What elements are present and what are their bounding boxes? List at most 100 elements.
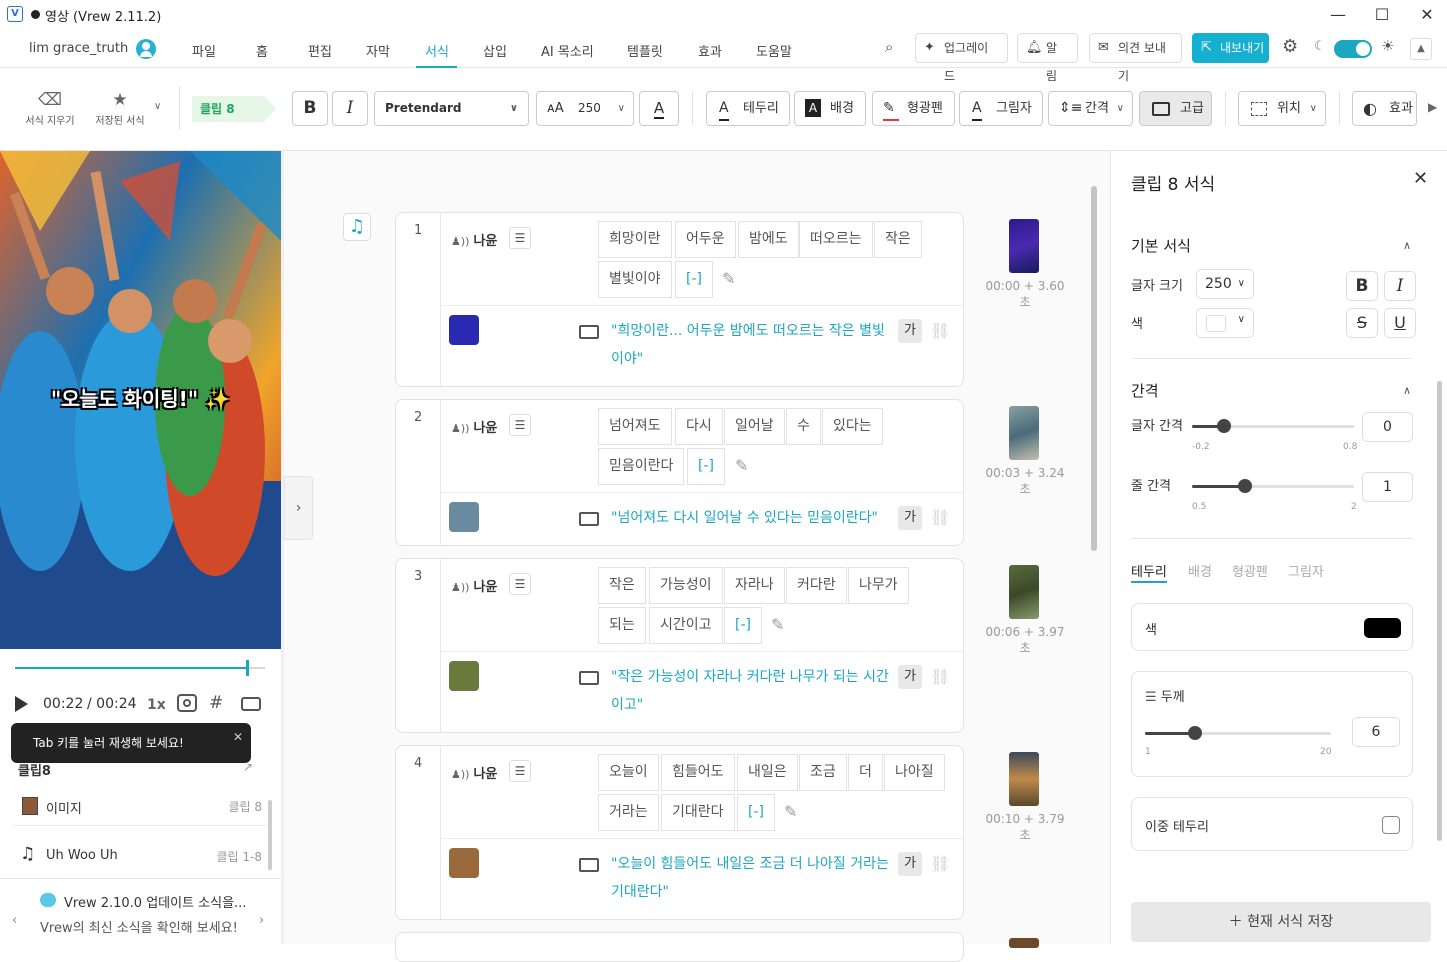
line-spacing-knob[interactable] [1238,479,1252,493]
silence-chip[interactable]: [-] [737,794,775,831]
highlighter-button[interactable]: ✎ 형광펜 [872,91,955,126]
clip-thumbnail[interactable] [449,661,479,691]
border-color-swatch[interactable] [1364,618,1401,638]
menu-subtitle[interactable]: 자막 [366,41,390,60]
gear-icon[interactable]: ⚙ [1282,36,1298,57]
word-chip[interactable]: 어두운 [675,221,736,258]
clip-thumbnail[interactable] [449,502,479,532]
italic-button[interactable]: I [1384,271,1416,301]
expand-panel-button[interactable]: › [284,476,313,540]
text-style-button[interactable]: 가 [898,665,922,689]
word-chip[interactable]: 커다란 [786,567,847,604]
word-chip[interactable]: 다시 [675,408,723,445]
video-thumbnail[interactable] [1009,406,1039,460]
link-icon[interactable]: ⛓ [930,508,950,527]
effect-button[interactable]: ◐ 효과 [1352,91,1417,126]
word-chip[interactable]: 거라는 [598,794,659,831]
speaker-label[interactable]: ♟)) 나윤 [451,230,497,249]
strikethrough-button[interactable]: S [1346,308,1378,338]
link-icon[interactable]: ⛓ [930,667,950,686]
tab-shadow[interactable]: 그림자 [1288,561,1324,580]
clip-thumbnail[interactable] [449,315,479,345]
video-thumbnail[interactable] [1009,565,1039,619]
bold-button[interactable]: B [1346,271,1378,301]
sliders-icon[interactable]: ☰ [509,414,531,436]
save-style-button[interactable]: ＋ 현재 서식 저장 [1131,902,1431,942]
sliders-icon[interactable]: ☰ [509,760,531,782]
word-chip[interactable]: 작은 [874,221,922,258]
close-window-button[interactable]: ✕ [1416,4,1438,26]
clear-style-button[interactable]: ⌫ 서식 지우기 [22,90,78,127]
pencil-icon[interactable]: ✎ [771,615,784,634]
word-chip[interactable]: 되는 [598,607,646,644]
collapse-ribbon-button[interactable]: ▲ [1410,38,1432,60]
word-chip[interactable]: 밤에도 [738,221,799,258]
menu-effect[interactable]: 효과 [698,41,722,60]
tab-highlighter[interactable]: 형광펜 [1232,561,1268,580]
word-chip[interactable]: 넘어져도 [598,408,672,445]
background-button[interactable]: A 배경 [794,91,866,126]
word-chip[interactable]: 별빛이야 [598,261,672,298]
menu-format[interactable]: 서식 [425,41,449,60]
underline-button[interactable]: U [1384,308,1416,338]
menu-home[interactable]: 홈 [256,41,268,60]
pencil-icon[interactable]: ✎ [735,456,748,475]
advanced-button[interactable]: 고급 [1139,91,1212,126]
word-chip[interactable]: 힘들어도 [661,754,735,791]
text-color-select[interactable]: ∨ [1196,308,1254,338]
word-chip[interactable]: 오늘이 [598,754,659,791]
chevron-up-icon[interactable]: ∧ [1403,384,1411,397]
chevron-down-icon[interactable]: ∨ [154,101,161,112]
italic-button[interactable]: I [332,91,368,126]
word-chip[interactable]: 내일은 [737,754,798,791]
letter-spacing-knob[interactable] [1217,419,1231,433]
spacing-button[interactable]: ⇕≡ 간격 ∨ [1048,91,1133,126]
menu-file[interactable]: 파일 [192,41,216,60]
subtitle-text[interactable]: "오늘이 힘들어도 내일은 조금 더 나아질 거라는 기대란다" [611,850,891,906]
asset-row-image[interactable]: 이미지 클립 8 [12,786,270,826]
text-style-button[interactable]: 가 [898,852,922,876]
word-chip[interactable]: 희망이란 [598,221,672,258]
chevron-right-icon[interactable]: ▶ [1428,100,1437,114]
clip-card-5[interactable] [395,932,964,962]
style-panel-scrollbar[interactable] [1437,381,1442,841]
video-thumbnail[interactable] [1009,752,1039,806]
sliders-icon[interactable]: ☰ [509,573,531,595]
dark-mode-toggle[interactable] [1334,40,1372,58]
text-style-button[interactable]: 가 [898,506,922,530]
chevron-up-icon[interactable]: ∧ [1403,239,1411,252]
pencil-icon[interactable]: ✎ [722,269,735,288]
pencil-icon[interactable]: ✎ [784,802,797,821]
sliders-icon[interactable]: ☰ [509,227,531,249]
word-chip[interactable]: 있다는 [822,408,883,445]
chevron-left-icon[interactable]: ‹ [12,913,17,928]
update-notice[interactable]: Vrew 2.10.0 업데이트 소식을... Vrew의 최신 소식을 확인해… [0,878,281,944]
double-border-checkbox[interactable] [1382,816,1400,834]
clip-card-4[interactable]: 4 ♟)) 나윤 ☰ 오늘이 힘들어도 내일은 조금 더 나아질 거라는 기대란다… [395,745,964,920]
export-button[interactable]: ⇱ 내보내기 [1192,33,1269,63]
font-size-select[interactable]: 250 ∨ [1196,269,1254,299]
clip-card-2[interactable]: 2 ♟)) 나윤 ☰ 넘어져도 다시 일어날 수 있다는 믿음이란다 [-] ✎ … [395,399,964,546]
clip-card-1[interactable]: 1 ♟)) 나윤 ☰ 희망이란 어두운 밤에도 떠오르는 작은 별빛이야 [-] … [395,212,964,387]
word-chip[interactable]: 시간이고 [649,607,723,644]
user-name[interactable]: lim grace_truth [29,41,128,56]
letter-spacing-input[interactable]: 0 [1362,412,1413,442]
word-chip[interactable]: 더 [848,754,883,791]
word-chip[interactable]: 작은 [598,567,646,604]
chevron-right-icon[interactable]: › [259,913,264,928]
link-icon[interactable]: ⛓ [930,321,950,340]
saved-style-button[interactable]: ★ 저장된 서식 [92,90,148,127]
play-icon[interactable] [15,696,28,712]
thickness-knob[interactable] [1188,726,1202,740]
silence-chip[interactable]: [-] [675,261,713,298]
word-chip[interactable]: 수 [786,408,821,445]
word-chip[interactable]: 기대란다 [661,794,735,831]
clip-thumbnail[interactable] [449,848,479,878]
speaker-label[interactable]: ♟)) 나윤 [451,417,497,436]
position-button[interactable]: 위치 ∨ [1238,91,1326,126]
speaker-label[interactable]: ♟)) 나윤 [451,576,497,595]
menu-ai-voice[interactable]: AI 목소리 [541,41,594,60]
menu-template[interactable]: 템플릿 [627,41,663,60]
video-thumbnail[interactable] [1009,219,1039,273]
font-size-select[interactable]: ᴀA 250 ∨ [536,91,634,126]
